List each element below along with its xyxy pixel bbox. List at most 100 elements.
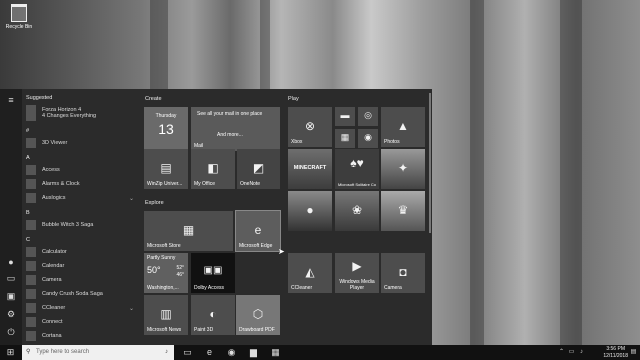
camera-label: Camera xyxy=(384,285,402,291)
xbox-icon: ⊗ xyxy=(304,119,316,133)
mail-more: And more... xyxy=(217,132,243,138)
onenote-icon: ◩ xyxy=(252,161,265,175)
microphone-icon[interactable]: ♪ xyxy=(165,345,168,360)
bubble-witch-tile[interactable]: ✦ xyxy=(381,149,425,189)
webcam-tile[interactable]: ◉ xyxy=(358,129,378,148)
photos-tile[interactable]: ▲ Photos xyxy=(381,107,425,147)
solitaire-tile[interactable]: ♠♥ Microsoft Solitaire Collection xyxy=(335,149,379,189)
app-name: Calculator xyxy=(42,249,67,255)
mail-text: See all your mail in one place xyxy=(197,111,263,117)
chevron-down-icon[interactable]: ⌄ xyxy=(129,305,134,312)
volume-icon[interactable]: ♪ xyxy=(576,347,587,358)
app-name: Cortana xyxy=(42,333,62,339)
calendar-date: 13 xyxy=(158,121,174,137)
paint3d-tile[interactable]: ◐ Paint 3D xyxy=(191,295,235,335)
film-icon: ▬ xyxy=(340,110,350,120)
app-name: Candy Crush Soda Saga xyxy=(42,291,103,297)
start-windows-icon[interactable]: ⊞ xyxy=(5,347,16,358)
app-list-item[interactable]: Connect xyxy=(26,315,138,329)
camera-icon: ◘ xyxy=(399,265,407,279)
notification-icon[interactable]: ▤ xyxy=(628,347,639,358)
onenote-tile[interactable]: ◩ OneNote xyxy=(237,149,280,189)
hamburger-menu-icon[interactable]: ≡ xyxy=(6,95,16,105)
office-tile[interactable]: ◧ My Office xyxy=(191,149,235,189)
ccleaner-tile[interactable]: ◭ CCleaner xyxy=(288,253,332,293)
scrollbar[interactable] xyxy=(429,93,431,233)
movies-tile[interactable]: ▬ xyxy=(335,107,355,126)
pictures-icon[interactable]: ▣ xyxy=(6,291,16,301)
game-tile-3[interactable]: ♛ xyxy=(381,191,425,231)
drawboard-label: Drawboard PDF xyxy=(239,327,275,333)
game-art-icon: ♛ xyxy=(397,203,409,217)
media-player-tile[interactable]: ▶ Windows Media Player xyxy=(335,253,379,293)
drawboard-tile[interactable]: ⬡ Drawboard PDF xyxy=(236,295,280,335)
app-name: Auslogics xyxy=(42,195,66,201)
search-input[interactable]: ⚲ Type here to search ♪ xyxy=(22,345,174,360)
system-clock[interactable]: 3:56 PM 12/11/2018 xyxy=(603,346,628,359)
winzip-icon: ▤ xyxy=(160,161,172,175)
weather-tile[interactable]: Partly Sunny 50° 52° 46° Washington,... xyxy=(144,253,188,293)
app-icon xyxy=(26,220,36,230)
calendar-tile[interactable]: Thursday 13 xyxy=(144,107,188,151)
winzip-label: WinZip Univer... xyxy=(147,181,183,187)
winzip-tile[interactable]: ▤ WinZip Univer... xyxy=(144,149,188,189)
minecraft-tile[interactable]: MINECRAFT xyxy=(288,149,332,189)
firefox-taskbar-icon[interactable]: ◉ xyxy=(226,347,237,358)
camera-tile[interactable]: ◘ Camera xyxy=(381,253,425,293)
task-view-icon[interactable]: ▭ xyxy=(182,347,193,358)
mail-tile[interactable]: See all your mail in one place And more.… xyxy=(191,107,280,151)
xbox-tile[interactable]: ⊗ Xbox xyxy=(288,107,332,147)
cards-icon: ♠♥ xyxy=(350,156,364,171)
ccleaner-icon: ◭ xyxy=(305,265,315,279)
file-explorer-icon[interactable]: ▆ xyxy=(248,347,259,358)
groove-tile[interactable]: ◎ xyxy=(358,107,378,126)
store-tile[interactable]: ▦ Microsoft Store xyxy=(144,211,233,251)
app-list-item[interactable]: CCleaner ⌄ xyxy=(26,301,138,315)
app-list-item[interactable]: Cortana xyxy=(26,329,138,343)
weather-low: 46° xyxy=(176,272,184,278)
mouse-cursor-icon: ➤ xyxy=(278,247,285,256)
group-letter[interactable]: C xyxy=(26,235,138,245)
group-letter[interactable]: A xyxy=(26,153,138,163)
mickey-icon: ● xyxy=(306,203,314,217)
app-groups: #3D Viewer A Access Alarms & Clock Auslogics… xyxy=(26,126,138,343)
app-list-item[interactable]: Alarms & Clock xyxy=(26,177,138,191)
app-list-item[interactable]: Calendar xyxy=(26,259,138,273)
user-avatar-icon[interactable]: ● xyxy=(6,257,16,267)
app-list-item[interactable]: 3D Viewer xyxy=(26,136,138,150)
group-letter[interactable]: B xyxy=(26,208,138,218)
news-tile[interactable]: ▥ Microsoft News xyxy=(144,295,188,335)
music-disc-icon: ◎ xyxy=(364,110,372,120)
store-label: Microsoft Store xyxy=(147,243,181,249)
edge-tile[interactable]: e Microsoft Edge xyxy=(235,210,281,252)
edge-taskbar-icon[interactable]: e xyxy=(204,347,215,358)
disney-tile[interactable]: ● xyxy=(288,191,332,231)
app-icon xyxy=(26,247,36,257)
app-list-item[interactable]: Calculator xyxy=(26,245,138,259)
calculator-tile[interactable]: ▦ xyxy=(335,129,355,148)
start-rail: ≡ ● ▭ ▣ ⚙ ⏻ xyxy=(0,89,22,345)
documents-icon[interactable]: ▭ xyxy=(6,273,16,283)
app-list-item[interactable]: Auslogics ⌄ xyxy=(26,191,138,205)
create-group-title: Create xyxy=(145,96,162,102)
app-list-item[interactable]: Bubble Witch 3 Saga xyxy=(26,218,138,232)
dolby-tile[interactable]: ▣▣ Dolby Access xyxy=(191,253,235,293)
search-placeholder: Type here to search xyxy=(36,349,90,355)
settings-gear-icon[interactable]: ⚙ xyxy=(6,309,16,319)
office-icon: ◧ xyxy=(207,161,219,175)
app-list-item[interactable]: Camera xyxy=(26,273,138,287)
app-list-item[interactable]: Candy Crush Soda Saga xyxy=(26,287,138,301)
chevron-down-icon[interactable]: ⌄ xyxy=(129,195,134,202)
app-name: Alarms & Clock xyxy=(42,181,80,187)
group-letter[interactable]: # xyxy=(26,126,138,136)
app-icon xyxy=(26,138,36,148)
power-icon[interactable]: ⏻ xyxy=(6,327,16,337)
app-list-item[interactable]: Access xyxy=(26,163,138,177)
suggested-app[interactable]: Forza Horizon 4 4 Changes Everything xyxy=(26,103,138,123)
game-tile-2[interactable]: ❀ xyxy=(335,191,379,231)
app-name: Access xyxy=(42,167,60,173)
recycle-bin-icon[interactable]: Recycle Bin xyxy=(4,4,34,30)
explore-group-title: Explore xyxy=(145,200,164,206)
suggested-app-tagline: 4 Changes Everything xyxy=(42,113,97,119)
store-taskbar-icon[interactable]: ▦ xyxy=(270,347,281,358)
